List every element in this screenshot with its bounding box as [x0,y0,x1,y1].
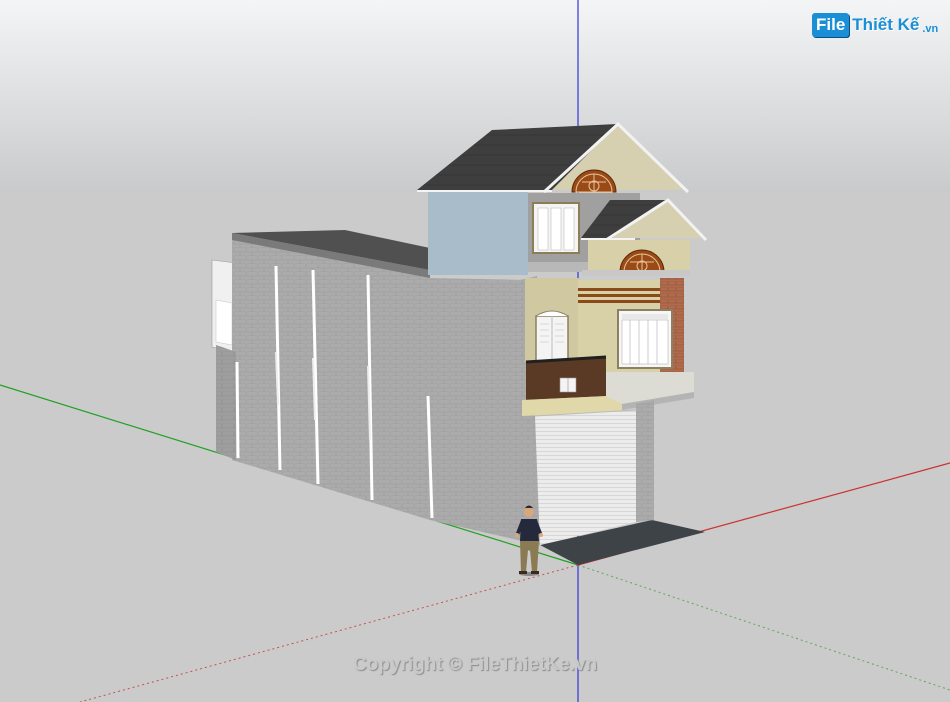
logo-domain: .vn [922,23,939,35]
logo-badge: File [812,13,850,37]
scene-canvas[interactable] [0,0,950,702]
balcony-vent [559,377,577,393]
model-viewport[interactable]: File Thiết Kế .vn Copyright © FileThietK… [0,0,950,702]
rear-annex-side [215,299,233,346]
site-logo[interactable]: File Thiết Kế .vn [812,10,938,40]
ground-floor-column [636,400,654,522]
bay-window[interactable] [617,309,673,369]
balcony-door[interactable] [535,310,569,365]
side-wall-rear-strip [216,345,236,460]
upper-blue-wall [428,190,528,275]
logo-text: Thiết Kế [852,15,920,34]
roller-shutter-door[interactable] [534,409,637,545]
front-gable-ledge [582,270,690,276]
upper-window[interactable] [532,202,580,254]
wood-louvers [578,288,660,303]
copyright-watermark: Copyright © FileThietKe.vn [352,654,598,675]
